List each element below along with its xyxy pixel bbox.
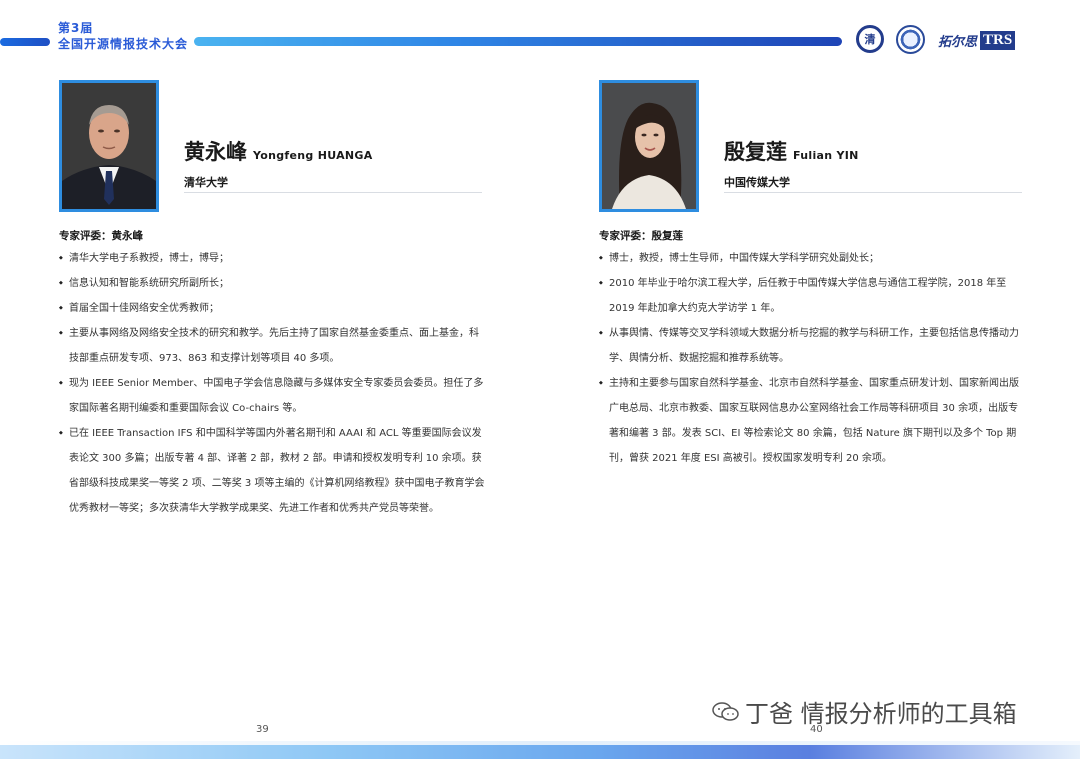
bio-item: 主持和主要参与国家自然科学基金、北京市自然科学基金、国家重点研发计划、国家新闻出… [599, 371, 1025, 471]
bio-list-yin: 博士，教授，博士生导师，中国传媒大学科学研究处副处长； 2010 年毕业于哈尔滨… [599, 246, 1025, 471]
portrait-man-icon [62, 83, 156, 209]
page-number-left: 39 [256, 724, 269, 735]
bio-list-huang: 清华大学电子系教授，博士，博导； 信息认知和智能系统研究所副所长； 首届全国十佳… [59, 246, 487, 521]
bio-item: 2010 年毕业于哈尔滨工程大学，后任教于中国传媒大学信息与通信工程学院，201… [599, 271, 1025, 321]
profile-name: 殷复莲 [724, 140, 787, 164]
profile-divider [724, 192, 1022, 193]
bio-item: 博士，教授，博士生导师，中国传媒大学科学研究处副处长； [599, 246, 1025, 271]
reviewer-label: 专家评委：殷复莲 [599, 230, 683, 242]
profile-name: 黄永峰 [184, 140, 247, 164]
wechat-icon [712, 701, 739, 721]
watermark: 丁爸 情报分析师的工具箱 [712, 694, 1017, 729]
header-gradient-bar [194, 37, 842, 46]
bio-item: 主要从事网络及网络安全技术的研究和教学。先后主持了国家自然基金委重点、面上基金，… [59, 321, 487, 371]
profile-photo-yin [599, 80, 699, 212]
watermark-text: 丁爸 情报分析师的工具箱 [745, 700, 1017, 728]
profile-affiliation: 清华大学 [184, 176, 228, 189]
footer-gradient-bar [0, 745, 1080, 759]
bio-item: 清华大学电子系教授，博士，博导； [59, 246, 487, 271]
conference-edition: 第3届 [58, 21, 94, 35]
header-accent-bar [0, 38, 50, 46]
conference-title: 全国开源情报技术大会 [58, 37, 189, 51]
bio-item: 首届全国十佳网络安全优秀教师； [59, 296, 487, 321]
profile-affiliation: 中国传媒大学 [724, 176, 790, 189]
profile-photo-huang [59, 80, 159, 212]
tsinghua-logo-icon: 清 [856, 25, 884, 53]
bio-item: 信息认知和智能系统研究所副所长； [59, 271, 487, 296]
profile-pinyin: Fulian YIN [793, 149, 859, 162]
profile-divider [184, 192, 482, 193]
profile-name-row-yin: 殷复莲 Fulian YIN [724, 136, 859, 166]
profile-name-row-huang: 黄永峰 Yongfeng HUANGA [184, 136, 373, 166]
trs-logo: 拓尔思 TRS [938, 30, 1022, 51]
trs-logo-en: TRS [980, 31, 1016, 50]
bio-item: 现为 IEEE Senior Member、中国电子学会信息隐藏与多媒体安全专家… [59, 371, 487, 421]
trs-logo-cn: 拓尔思 [938, 35, 978, 50]
profile-pinyin: Yongfeng HUANGA [253, 149, 373, 162]
reviewer-label: 专家评委：黄永峰 [59, 230, 143, 242]
portrait-woman-icon [602, 83, 696, 209]
bio-item: 已在 IEEE Transaction IFS 和中国科学等国内外著名期刊和 A… [59, 421, 487, 521]
bio-item: 从事舆情、传媒等交叉学科领域大数据分析与挖掘的教学与科研工作，主要包括信息传播动… [599, 321, 1025, 371]
cuc-logo-icon [896, 25, 925, 54]
